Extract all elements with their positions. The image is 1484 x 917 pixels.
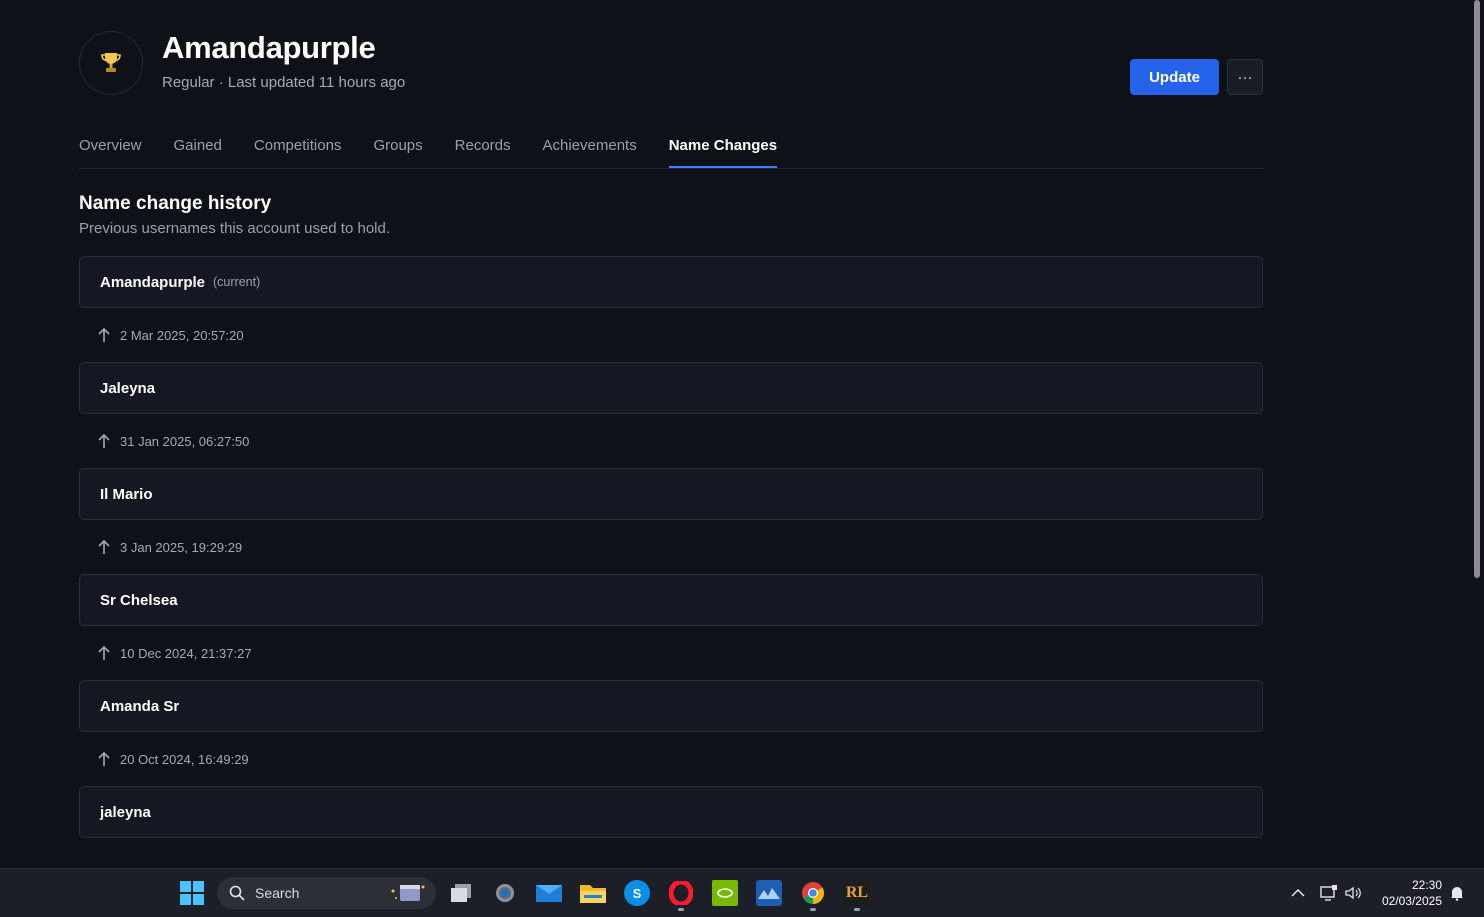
name-card: Amanda Sr: [79, 680, 1263, 732]
chrome-icon[interactable]: [800, 880, 826, 906]
runelite-icon[interactable]: RL: [844, 880, 870, 906]
settings-icon[interactable]: [492, 880, 518, 906]
trophy-icon: [101, 53, 121, 72]
name-label: Jaleyna: [100, 379, 156, 397]
tab-records[interactable]: Records: [455, 132, 511, 167]
name-card: jaleyna: [79, 786, 1263, 838]
taskbar: Search S RL 22:30 02/03/2025: [0, 868, 1484, 917]
opera-icon[interactable]: [668, 880, 694, 906]
name-label: Sr Chelsea: [100, 591, 178, 609]
player-name: Amandapurple: [162, 30, 376, 65]
task-view-icon[interactable]: [448, 880, 474, 906]
change-date: 20 Oct 2024, 16:49:29: [120, 751, 249, 767]
name-label: Amanda Sr: [100, 697, 180, 715]
photos-icon[interactable]: [756, 880, 782, 906]
search-icon: [229, 885, 245, 901]
runelite-running-indicator: [854, 908, 860, 911]
windows-start-icon[interactable]: [180, 881, 204, 905]
more-icon: ···: [1237, 68, 1253, 86]
search-label: Search: [255, 885, 300, 901]
arrow-up-icon: [98, 327, 110, 342]
arrow-up-icon: [98, 645, 110, 660]
name-card: Il Mario: [79, 468, 1263, 520]
tab-competitions[interactable]: Competitions: [254, 132, 342, 167]
page-scrollbar[interactable]: [1474, 0, 1480, 578]
name-card: Sr Chelsea: [79, 574, 1263, 626]
section-subtitle: Previous usernames this account used to …: [79, 220, 391, 237]
clock-time: 22:30: [1411, 878, 1442, 892]
more-options-button[interactable]: ···: [1227, 59, 1263, 95]
name-card: Jaleyna: [79, 362, 1263, 414]
notifications-icon[interactable]: [1449, 884, 1465, 902]
chrome-running-indicator: [810, 908, 816, 911]
tab-overview[interactable]: Overview: [79, 132, 142, 167]
change-row: 20 Oct 2024, 16:49:29: [79, 732, 1263, 786]
player-subtitle: Regular · Last updated 11 hours ago: [162, 74, 406, 91]
file-explorer-icon[interactable]: [580, 880, 606, 906]
change-row: 10 Dec 2024, 21:37:27: [79, 626, 1263, 680]
profile-tabs: Overview Gained Competitions Groups Reco…: [79, 132, 1263, 169]
change-date: 3 Jan 2025, 19:29:29: [120, 539, 243, 555]
tab-groups[interactable]: Groups: [373, 132, 422, 167]
search-highlight-icon: [391, 885, 425, 901]
taskbar-search[interactable]: Search: [217, 877, 436, 909]
name-label: Amandapurple: [100, 273, 206, 291]
name-label: jaleyna: [100, 803, 151, 821]
tab-achievements[interactable]: Achievements: [543, 132, 637, 167]
chevron-up-icon: [1291, 888, 1305, 897]
change-row: 31 Jan 2025, 06:27:50: [79, 414, 1263, 468]
mail-icon[interactable]: [536, 880, 562, 906]
volume-icon[interactable]: [1345, 884, 1361, 902]
change-date: 31 Jan 2025, 06:27:50: [120, 433, 250, 449]
name-label: Il Mario: [100, 485, 153, 503]
opera-running-indicator: [678, 908, 684, 911]
skype-icon[interactable]: S: [624, 880, 650, 906]
page: Amandapurple Regular · Last updated 11 h…: [0, 0, 1470, 868]
change-row: 3 Jan 2025, 19:29:29: [79, 520, 1263, 574]
update-button[interactable]: Update: [1130, 59, 1219, 95]
trophy-avatar: [79, 31, 143, 95]
arrow-up-icon: [98, 539, 110, 554]
arrow-up-icon: [98, 751, 110, 766]
change-row: 2 Mar 2025, 20:57:20: [79, 308, 1263, 362]
change-date: 10 Dec 2024, 21:37:27: [120, 645, 252, 661]
taskbar-clock[interactable]: 22:30 02/03/2025: [1382, 877, 1442, 909]
current-tag: (current): [213, 275, 261, 289]
arrow-up-icon: [98, 433, 110, 448]
nvidia-icon[interactable]: [712, 880, 738, 906]
tab-name-changes[interactable]: Name Changes: [668, 132, 778, 168]
clock-date: 02/03/2025: [1381, 894, 1442, 908]
section-title: Name change history: [79, 193, 272, 214]
network-icon[interactable]: [1320, 884, 1338, 902]
name-card: Amandapurple (current): [79, 256, 1263, 308]
tab-gained[interactable]: Gained: [174, 132, 222, 167]
change-date: 2 Mar 2025, 20:57:20: [120, 327, 244, 343]
name-change-list: Amandapurple (current) 2 Mar 2025, 20:57…: [79, 256, 1263, 838]
show-hidden-icons-button[interactable]: [1291, 884, 1305, 902]
